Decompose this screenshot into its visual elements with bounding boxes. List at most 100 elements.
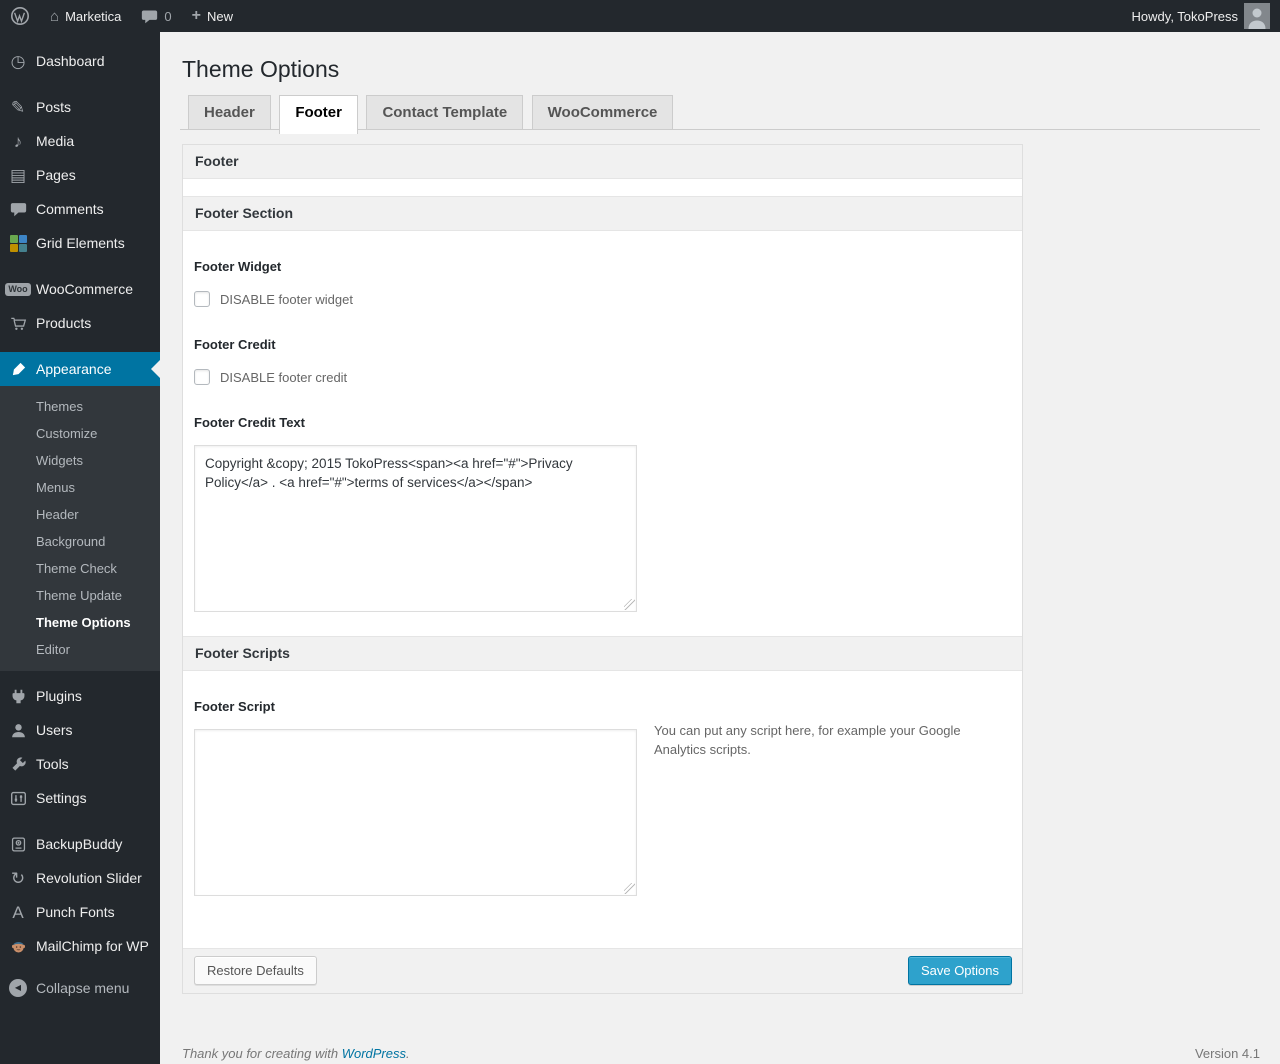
tab-footer[interactable]: Footer bbox=[279, 95, 358, 134]
wp-logo-menu[interactable] bbox=[0, 0, 40, 32]
footer-script-label: Footer Script bbox=[194, 699, 275, 714]
my-account-menu[interactable]: Howdy, TokoPress bbox=[1122, 0, 1280, 32]
footer-scripts-header: Footer Scripts bbox=[183, 636, 1022, 671]
sidebar-item-posts[interactable]: ✎ Posts bbox=[0, 90, 160, 124]
sidebar-item-media[interactable]: ♪ Media bbox=[0, 124, 160, 158]
save-options-button[interactable]: Save Options bbox=[907, 956, 1012, 985]
footer-credit-text-label: Footer Credit Text bbox=[194, 415, 305, 430]
plugins-icon bbox=[8, 688, 28, 705]
sidebar-item-tools[interactable]: Tools bbox=[0, 747, 160, 781]
sidebar-item-pages[interactable]: ▤ Pages bbox=[0, 158, 160, 192]
footer-credit-checkbox[interactable] bbox=[194, 369, 210, 385]
tab-header[interactable]: Header bbox=[188, 95, 271, 129]
new-label: New bbox=[207, 8, 234, 24]
site-name: Marketica bbox=[65, 8, 122, 24]
tab-woocommerce[interactable]: WooCommerce bbox=[531, 95, 674, 129]
sidebar-item-label: Plugins bbox=[36, 688, 82, 704]
sidebar-item-label: WooCommerce bbox=[36, 281, 133, 297]
sidebar-item-label: Products bbox=[36, 315, 92, 331]
backup-icon bbox=[8, 836, 28, 853]
collapse-icon: ◀ bbox=[8, 979, 28, 997]
sidebar-item-collapse-menu[interactable]: ◀ Collapse menu bbox=[0, 971, 160, 1005]
dashboard-icon: ◷ bbox=[10, 51, 26, 71]
sidebar-item-label: Comments bbox=[36, 201, 104, 217]
theme-options-panel: Footer Footer Section Footer Widget DISA… bbox=[182, 144, 1023, 994]
sidebar-item-label: Users bbox=[36, 722, 73, 738]
submenu-item-header[interactable]: Header bbox=[0, 501, 160, 528]
avatar bbox=[1244, 3, 1270, 29]
tab-contact-template[interactable]: Contact Template bbox=[366, 95, 524, 129]
submenu-item-theme-check[interactable]: Theme Check bbox=[0, 555, 160, 582]
sidebar-item-label: Pages bbox=[36, 167, 76, 183]
sidebar-item-label: Collapse menu bbox=[36, 980, 130, 996]
sidebar-item-mailchimp[interactable]: MailChimp for WP bbox=[0, 929, 160, 963]
footer-script-help-text: You can put any script here, for example… bbox=[654, 723, 961, 757]
panel-title: Footer bbox=[183, 145, 1022, 179]
sidebar-item-punch-fonts[interactable]: A Punch Fonts bbox=[0, 895, 160, 929]
thanks-suffix: . bbox=[406, 1046, 410, 1061]
sidebar-item-label: MailChimp for WP bbox=[36, 938, 149, 954]
main-content: Theme Options Header Footer Contact Temp… bbox=[160, 32, 1280, 1064]
sidebar-item-plugins[interactable]: Plugins bbox=[0, 679, 160, 713]
posts-icon: ✎ bbox=[10, 97, 26, 117]
revolution-slider-icon: ↻ bbox=[10, 868, 26, 888]
footer-section-header: Footer Section bbox=[183, 196, 1022, 231]
panel-spacer bbox=[183, 179, 1022, 196]
sidebar-item-woocommerce[interactable]: Woo WooCommerce bbox=[0, 272, 160, 306]
sidebar-item-users[interactable]: Users bbox=[0, 713, 160, 747]
sidebar-item-dashboard[interactable]: ◷ Dashboard bbox=[0, 44, 160, 78]
media-icon: ♪ bbox=[13, 131, 23, 151]
footer-section-body: Footer Widget DISABLE footer widget Foot… bbox=[183, 231, 1022, 636]
woocommerce-icon: Woo bbox=[5, 282, 31, 296]
page-title: Theme Options bbox=[182, 56, 340, 82]
sidebar-item-revolution-slider[interactable]: ↻ Revolution Slider bbox=[0, 861, 160, 895]
submenu-item-menus[interactable]: Menus bbox=[0, 474, 160, 501]
thanks-prefix: Thank you for creating with bbox=[182, 1046, 342, 1061]
appearance-icon bbox=[8, 361, 28, 378]
sidebar-item-comments[interactable]: Comments bbox=[0, 192, 160, 226]
footer-widget-checkbox-label: DISABLE footer widget bbox=[220, 291, 353, 307]
wordpress-link[interactable]: WordPress bbox=[342, 1046, 406, 1061]
site-name-menu[interactable]: ⌂ Marketica bbox=[40, 0, 131, 32]
footer-widget-checkbox[interactable] bbox=[194, 291, 210, 307]
punch-fonts-icon: A bbox=[12, 902, 24, 922]
submenu-item-widgets[interactable]: Widgets bbox=[0, 447, 160, 474]
comments-icon bbox=[8, 201, 28, 218]
version-text: Version 4.1 bbox=[1194, 1046, 1260, 1061]
footer-credit-checkbox-label: DISABLE footer credit bbox=[220, 369, 348, 385]
resize-grip[interactable] bbox=[624, 883, 635, 894]
cart-icon bbox=[8, 315, 28, 332]
footer-credit-label: Footer Credit bbox=[194, 337, 276, 352]
mailchimp-icon bbox=[8, 938, 28, 955]
submenu-item-theme-update[interactable]: Theme Update bbox=[0, 582, 160, 609]
appearance-submenu: Themes Customize Widgets Menus Header Ba… bbox=[0, 386, 160, 671]
sidebar-item-products[interactable]: Products bbox=[0, 306, 160, 340]
sidebar-item-label: Grid Elements bbox=[36, 235, 125, 251]
footer-thanks: Thank you for creating with WordPress. bbox=[182, 1046, 410, 1061]
sidebar-item-label: Posts bbox=[36, 99, 72, 115]
submenu-item-themes[interactable]: Themes bbox=[0, 393, 160, 420]
footer-script-textarea[interactable] bbox=[194, 729, 637, 896]
howdy-text: Howdy, TokoPress bbox=[1131, 8, 1238, 24]
restore-defaults-button[interactable]: Restore Defaults bbox=[194, 956, 317, 985]
submenu-item-background[interactable]: Background bbox=[0, 528, 160, 555]
submenu-item-customize[interactable]: Customize bbox=[0, 420, 160, 447]
tools-icon bbox=[8, 756, 28, 773]
submenu-item-editor[interactable]: Editor bbox=[0, 636, 160, 663]
plus-icon: + bbox=[191, 7, 201, 24]
sidebar-item-label: Media bbox=[36, 133, 75, 149]
sidebar-item-backupbuddy[interactable]: BackupBuddy bbox=[0, 827, 160, 861]
submenu-item-theme-options[interactable]: Theme Options bbox=[0, 609, 160, 636]
sidebar-item-label: Revolution Slider bbox=[36, 870, 142, 886]
admin-sidebar: ◷ Dashboard ✎ Posts ♪ Media ▤ Pages Comm… bbox=[0, 32, 160, 1064]
sidebar-item-appearance[interactable]: Appearance bbox=[0, 352, 160, 386]
new-content-menu[interactable]: + New bbox=[182, 0, 243, 32]
sidebar-item-label: Dashboard bbox=[36, 53, 105, 69]
footer-credit-text-textarea[interactable]: Copyright &copy; 2015 TokoPress<span><a … bbox=[194, 445, 637, 612]
sidebar-item-grid-elements[interactable]: Grid Elements bbox=[0, 226, 160, 260]
resize-grip[interactable] bbox=[624, 599, 635, 610]
sidebar-item-label: Punch Fonts bbox=[36, 904, 115, 920]
comments-menu[interactable]: 0 bbox=[131, 0, 181, 32]
sidebar-item-settings[interactable]: Settings bbox=[0, 781, 160, 815]
panel-footer: Restore Defaults Save Options bbox=[183, 948, 1022, 993]
